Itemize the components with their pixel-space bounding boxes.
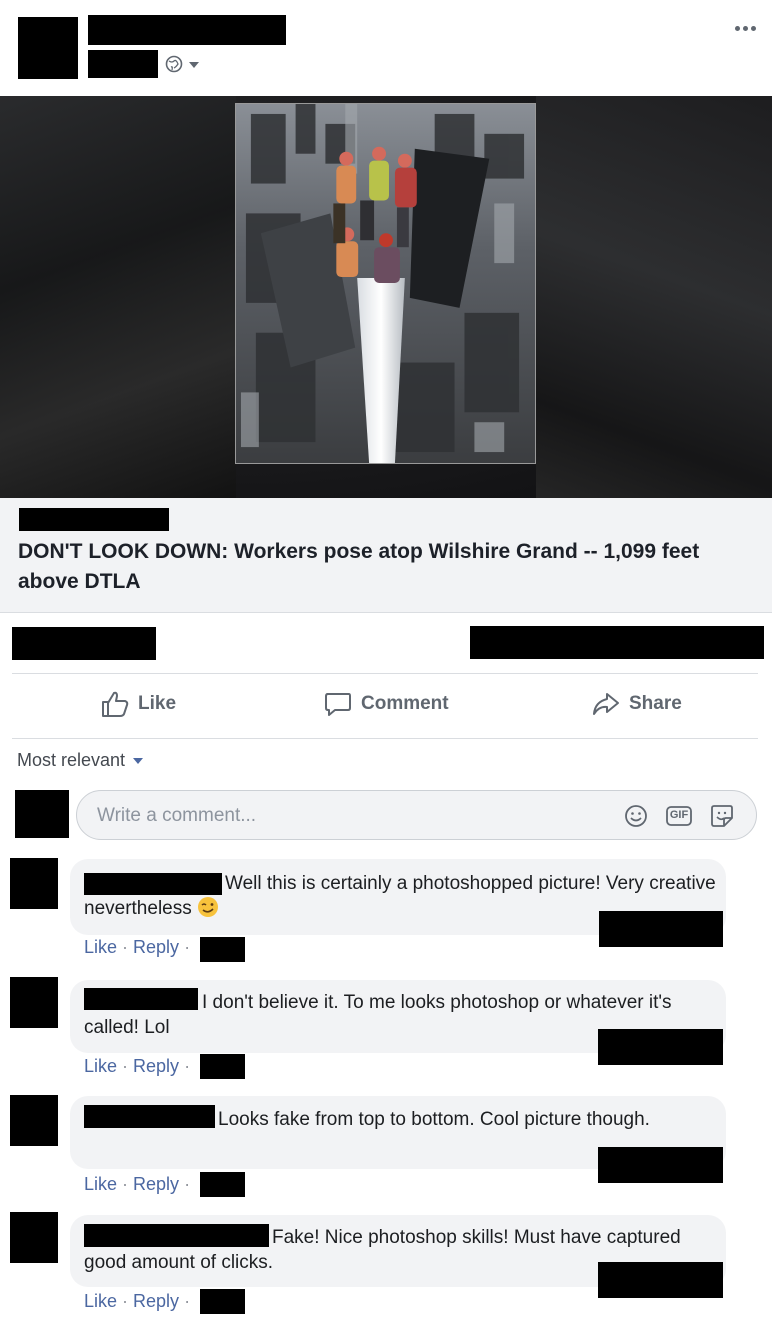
comment-composer[interactable]: GIF: [76, 790, 757, 841]
comment-reply-link[interactable]: Reply: [133, 1174, 179, 1195]
winking-face-emoji-icon: [198, 897, 219, 917]
sort-label: Most relevant: [17, 750, 126, 770]
commenter-avatar-redacted[interactable]: [10, 858, 58, 909]
comment-actions: Like · Reply ·: [84, 1291, 190, 1312]
comment-time-redacted[interactable]: [200, 1054, 245, 1079]
gif-icon[interactable]: GIF: [665, 803, 693, 829]
meta-separator: ·: [122, 1174, 129, 1194]
comment-reactions-redacted[interactable]: [598, 1029, 723, 1065]
commenter-avatar-redacted[interactable]: [10, 1095, 58, 1146]
comment-body: Looks fake from top to bottom. Cool pict…: [218, 1109, 650, 1130]
like-label: Like: [138, 693, 177, 714]
current-user-avatar-redacted[interactable]: [15, 790, 69, 838]
comment-label: Comment: [361, 693, 449, 714]
comment-actions: Like · Reply ·: [84, 1056, 190, 1077]
comment-reply-link[interactable]: Reply: [133, 1056, 179, 1077]
commenter-avatar-redacted[interactable]: [10, 977, 58, 1028]
emoji-icon[interactable]: [623, 803, 649, 829]
link-title[interactable]: DON'T LOOK DOWN: Workers pose atop Wilsh…: [18, 537, 738, 597]
share-arrow-icon: [593, 693, 619, 715]
comment-bubble-icon: [325, 693, 351, 716]
comment-like-link[interactable]: Like: [84, 1291, 117, 1312]
comment-body: Fake! Nice photoshop skills! Must have c…: [84, 1227, 681, 1273]
comment-actions: Like · Reply ·: [84, 937, 190, 958]
comment-sort-dropdown[interactable]: Most relevant: [17, 750, 144, 771]
meta-separator: ·: [184, 1174, 191, 1194]
author-name-redacted[interactable]: [88, 15, 286, 45]
post-header: [0, 0, 772, 96]
link-source-redacted: [19, 508, 169, 531]
comments-shares-count-redacted[interactable]: [470, 626, 764, 659]
comment-like-link[interactable]: Like: [84, 1174, 117, 1195]
more-options-icon[interactable]: [730, 18, 760, 38]
globe-icon[interactable]: [165, 55, 205, 73]
media-blur-left: [0, 96, 236, 498]
comment-button[interactable]: Comment: [323, 686, 449, 722]
media-blur-right: [536, 96, 772, 498]
comment-time-redacted[interactable]: [200, 1289, 245, 1314]
skyscraper-workers-photo[interactable]: [235, 103, 536, 464]
comment-reply-link[interactable]: Reply: [133, 1291, 179, 1312]
comment-reply-link[interactable]: Reply: [133, 937, 179, 958]
comment-actions: Like · Reply ·: [84, 1174, 190, 1195]
commenter-avatar-redacted[interactable]: [10, 1212, 58, 1263]
post-time-redacted[interactable]: [88, 50, 158, 78]
meta-separator: ·: [184, 1056, 191, 1076]
chevron-down-icon: [133, 757, 144, 764]
meta-separator: ·: [122, 937, 129, 957]
comment-text: Looks fake from top to bottom. Cool pict…: [84, 1107, 654, 1132]
like-button[interactable]: Like: [100, 686, 176, 722]
actions-divider: [12, 738, 758, 739]
comment-reactions-redacted[interactable]: [599, 911, 723, 947]
comment-time-redacted[interactable]: [200, 937, 245, 962]
share-label: Share: [629, 693, 682, 714]
meta-separator: ·: [184, 937, 191, 957]
share-button[interactable]: Share: [591, 686, 682, 722]
meta-separator: ·: [184, 1291, 191, 1311]
author-avatar-redacted[interactable]: [18, 17, 78, 79]
comment-body: I don't believe it. To me looks photosho…: [84, 992, 672, 1038]
stats-divider: [12, 673, 758, 674]
comment-input[interactable]: [95, 791, 599, 841]
gif-label: GIF: [669, 809, 689, 821]
comment-time-redacted[interactable]: [200, 1172, 245, 1197]
comment-like-link[interactable]: Like: [84, 1056, 117, 1077]
reactions-count-redacted[interactable]: [12, 627, 156, 660]
meta-separator: ·: [122, 1291, 129, 1311]
comment-text: Fake! Nice photoshop skills! Must have c…: [84, 1225, 684, 1275]
comment-reactions-redacted[interactable]: [598, 1147, 723, 1183]
comment-like-link[interactable]: Like: [84, 937, 117, 958]
thumbs-up-icon: [102, 691, 129, 717]
comment-reactions-redacted[interactable]: [598, 1262, 723, 1298]
sticker-icon[interactable]: [709, 803, 735, 829]
meta-separator: ·: [122, 1056, 129, 1076]
